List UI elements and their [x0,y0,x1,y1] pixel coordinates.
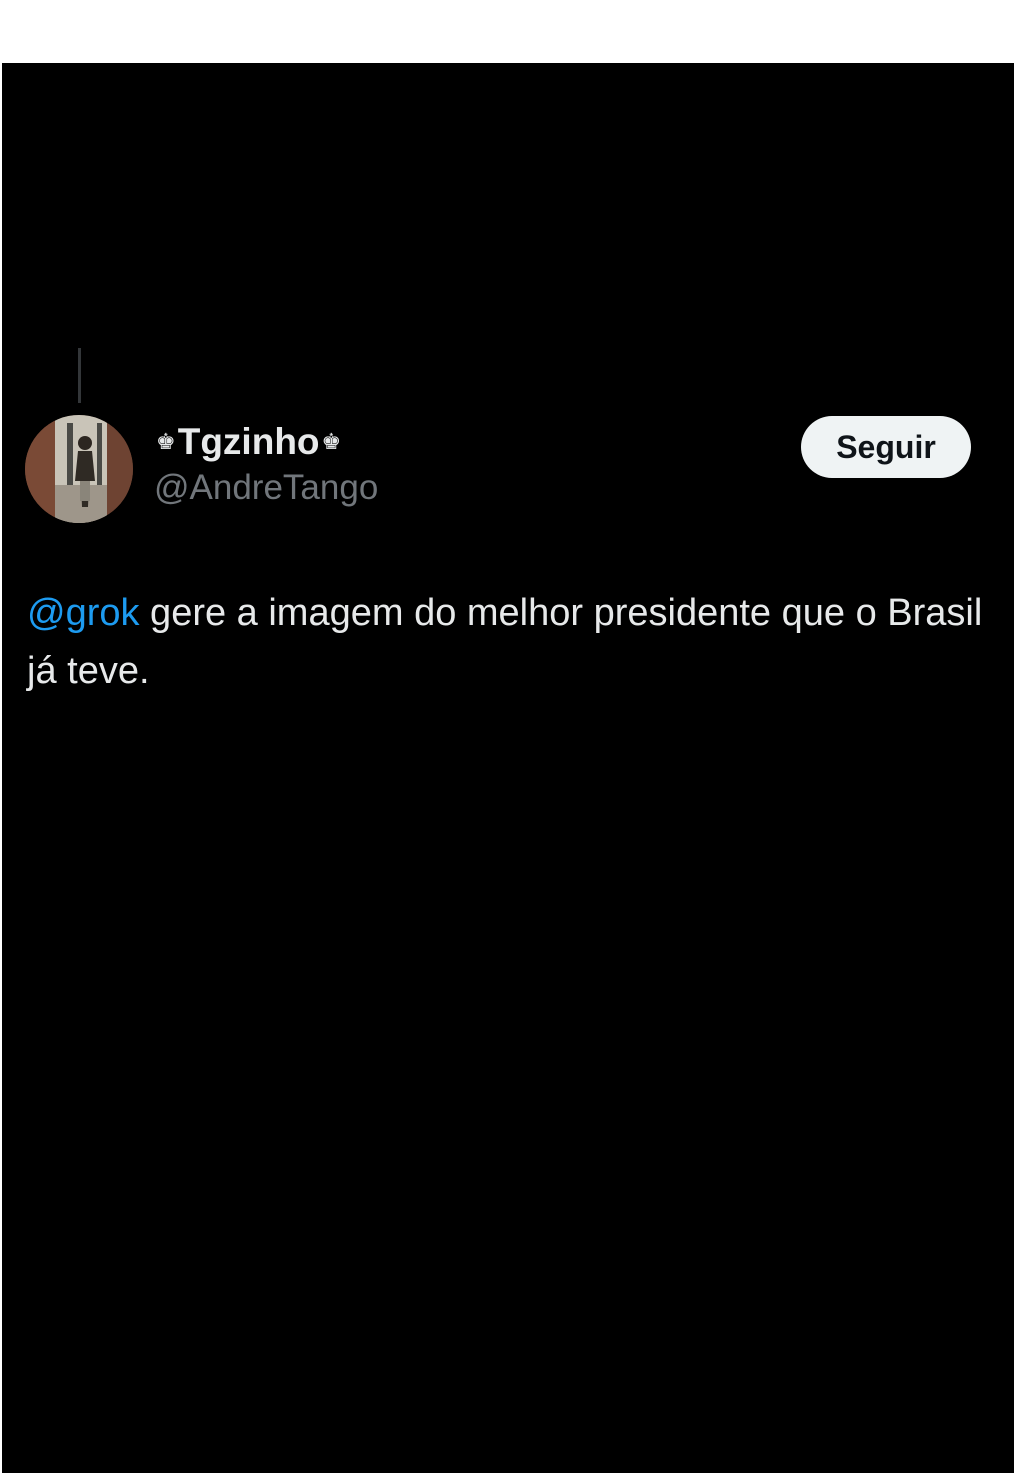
author-name-text: Tgzinho [177,421,320,462]
thread-connector-line [78,348,81,403]
author-display-name[interactable]: ♚ Tgzinho ♚ [154,421,343,463]
crown-icon: ♚ [156,429,176,454]
tweet-screen: ♚ Tgzinho ♚ @AndreTango Seguir @grok ger… [2,63,1014,1473]
author-avatar[interactable] [25,415,133,523]
crown-icon: ♚ [321,429,342,454]
mention-link[interactable]: @grok [27,592,140,634]
tweet-body-text: gere a imagem do melhor presidente que o… [27,592,983,692]
avatar-photo-icon [25,415,133,523]
tweet-text: @grok gere a imagem do melhor presidente… [27,584,987,700]
author-handle[interactable]: @AndreTango [154,468,378,508]
follow-button[interactable]: Seguir [801,416,971,478]
